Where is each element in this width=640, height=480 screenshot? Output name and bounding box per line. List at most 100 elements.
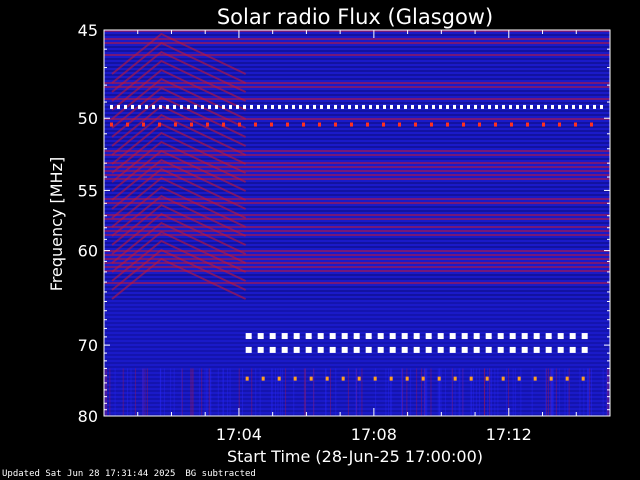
streak [426,368,428,416]
streak [506,368,508,416]
stripe [104,206,610,208]
interference-mark [497,333,504,340]
stripe [104,254,610,256]
streak [531,368,533,416]
streak [494,368,496,416]
interference-mark [329,333,336,340]
streak [587,368,589,416]
streak [217,368,219,416]
interference-mark [551,104,554,109]
interference-mark [341,104,344,109]
stripe [104,182,610,184]
interference-mark [565,104,568,109]
streak [459,368,461,416]
streak [347,368,349,416]
stripe [104,366,610,368]
streak [390,368,392,416]
interference-mark [581,376,585,381]
interference-mark [405,376,409,381]
stripe [104,74,610,76]
streak [281,368,283,416]
interference-mark [449,346,456,353]
stripe [104,146,610,148]
streak [325,368,327,416]
streak [555,368,557,416]
interference-mark [521,346,528,353]
streak [602,368,604,416]
interference-mark [495,104,498,109]
stripe [104,318,610,320]
streak [305,368,307,416]
interference-mark [261,376,265,381]
stripe [104,154,610,156]
stripe [104,274,610,276]
interference-mark [341,333,348,340]
streak [285,368,287,416]
interference-mark [530,104,533,109]
interference-mark [152,104,155,109]
stripe [104,330,610,332]
interference-mark [348,104,351,109]
interference-mark [306,104,309,109]
streak [514,368,516,416]
interference-mark [369,104,372,109]
streak [546,368,548,416]
interference-mark [485,376,489,381]
streak [388,368,390,416]
interference-mark [542,122,545,127]
streak [170,368,172,416]
interference-mark [138,104,141,109]
interference-mark [572,104,575,109]
x-tick-label: 17:04 [216,425,262,444]
interference-mark [453,376,457,381]
interference-mark [254,122,257,127]
stripe [104,302,610,304]
streak [512,368,514,416]
interference-mark [509,346,516,353]
interference-mark [401,346,408,353]
stripe [104,298,610,300]
streak [163,368,165,416]
streak [144,368,146,416]
interference-mark [376,104,379,109]
y-tick-label: 55 [78,181,98,200]
plot-area [104,30,610,416]
interference-mark [341,376,345,381]
interference-mark [334,122,337,127]
interference-mark [446,122,449,127]
interference-mark [264,104,267,109]
interference-mark [437,333,444,340]
interference-mark [126,122,129,127]
streak [458,368,460,416]
stripe [104,110,610,112]
streak [567,368,569,416]
interference-mark [334,104,337,109]
interference-mark [462,122,465,127]
interference-mark [390,104,393,109]
interference-mark [389,333,396,340]
streak [126,368,128,416]
interference-mark [413,333,420,340]
streak [421,368,423,416]
interference-mark [389,376,393,381]
streak [229,368,231,416]
y-axis-label: Frequency [MHz] [47,157,66,291]
interference-mark [439,104,442,109]
interference-mark [414,122,417,127]
interference-mark [245,376,249,381]
streak [134,368,136,416]
streak [564,368,566,416]
streak [204,368,206,416]
streak [313,368,315,416]
streak [109,368,111,416]
streak [550,368,552,416]
interference-mark [317,333,324,340]
streak [335,368,337,416]
interference-mark [509,104,512,109]
y-tick-label: 70 [78,336,98,355]
streak [588,368,590,416]
streak [491,368,493,416]
stripe [104,314,610,316]
interference-mark [432,104,435,109]
stripe [104,286,610,288]
